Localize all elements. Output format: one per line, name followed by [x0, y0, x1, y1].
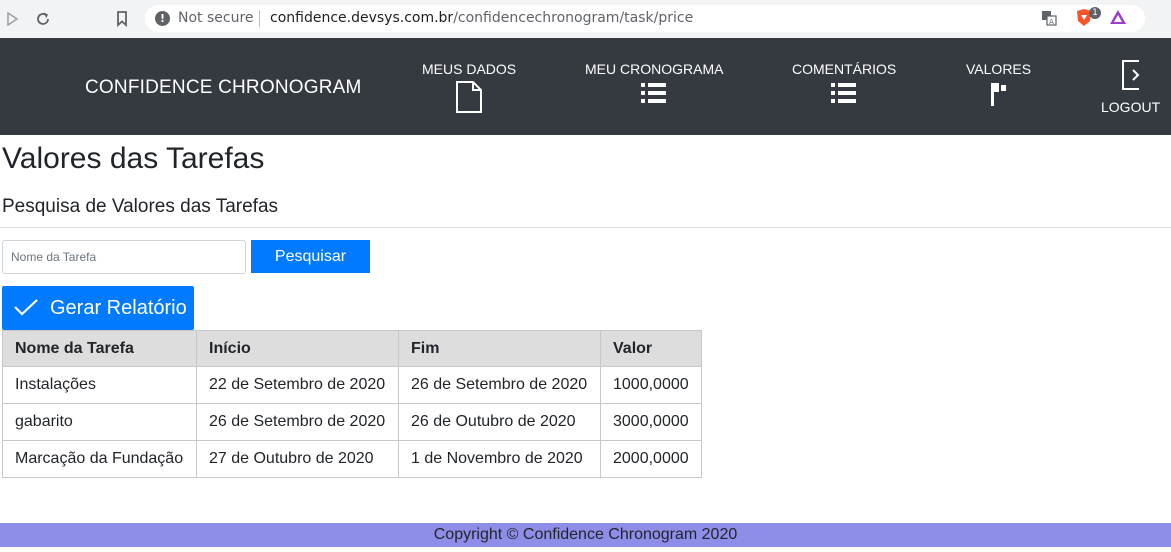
generate-report-button[interactable]: Gerar Relatório [2, 286, 194, 330]
task-values-table: Nome da Tarefa Início Fim Valor Instalaç… [2, 330, 702, 478]
check-icon [14, 298, 38, 319]
task-name-input[interactable] [2, 240, 246, 274]
page-bottom [0, 547, 1171, 552]
security-label[interactable]: Not secure [178, 10, 254, 26]
page-title: Valores das Tarefas [2, 142, 265, 175]
address-separator [259, 10, 260, 27]
divider [0, 227, 1171, 228]
nav-valores[interactable]: VALORES [966, 61, 1031, 112]
flag-icon [989, 81, 1009, 112]
cell-start-date: 22 de Setembro de 2020 [196, 366, 399, 404]
cell-value: 2000,0000 [600, 440, 702, 478]
logout-icon [1119, 58, 1143, 97]
column-header-value[interactable]: Valor [600, 330, 702, 367]
nav-label: COMENTÁRIOS [792, 61, 897, 77]
svg-text:A: A [1049, 18, 1054, 26]
nav-label: MEUS DADOS [422, 61, 517, 77]
cell-end-date: 26 de Setembro de 2020 [398, 366, 601, 404]
nav-label: MEU CRONOGRAMA [585, 61, 724, 77]
table-row: Marcação da Fundação 27 de Outubro de 20… [2, 440, 702, 478]
logout-label: LOGOUT [1101, 99, 1161, 115]
url-text[interactable]: confidence.devsys.com.br/confidencechron… [270, 10, 693, 26]
warning-icon[interactable]: ! [155, 11, 170, 26]
rewards-triangle-icon[interactable] [1109, 9, 1127, 30]
cell-end-date: 1 de Novembro de 2020 [398, 440, 601, 478]
table-row: Instalações 22 de Setembro de 2020 26 de… [2, 366, 702, 404]
cell-start-date: 26 de Setembro de 2020 [196, 403, 399, 441]
url-host: confidence.devsys.com.br [270, 10, 454, 26]
address-bar[interactable]: ! Not secure confidence.devsys.com.br/co… [145, 5, 1145, 32]
copyright-text: Copyright © Confidence Chronogram 2020 [433, 526, 738, 543]
search-button[interactable]: Pesquisar [251, 240, 370, 273]
generate-report-label: Gerar Relatório [50, 296, 187, 319]
nav-meus-dados[interactable]: MEUS DADOS [422, 61, 516, 118]
cell-value: 1000,0000 [600, 366, 702, 404]
nav-comentarios[interactable]: COMENTÁRIOS [792, 61, 896, 110]
logout-button[interactable]: LOGOUT [1101, 58, 1160, 115]
cell-start-date: 27 de Outubro de 2020 [196, 440, 399, 478]
document-icon [455, 81, 483, 118]
cell-task-name: gabarito [2, 403, 197, 441]
list-icon [640, 81, 668, 110]
table-header-row: Nome da Tarefa Início Fim Valor [2, 330, 702, 367]
column-header-end[interactable]: Fim [398, 330, 601, 367]
forward-icon[interactable] [2, 9, 22, 29]
nav-meu-cronograma[interactable]: MEU CRONOGRAMA [585, 61, 723, 110]
bookmark-icon[interactable] [112, 9, 132, 29]
list-icon [830, 81, 858, 110]
brand-title[interactable]: CONFIDENCE CHRONOGRAM [85, 77, 362, 99]
search-section-title: Pesquisa de Valores das Tarefas [2, 196, 279, 217]
translate-icon[interactable]: A [1041, 10, 1057, 31]
nav-label: VALORES [966, 61, 1032, 77]
browser-toolbar: ! Not secure confidence.devsys.com.br/co… [0, 0, 1171, 38]
url-path: /confidencechronogram/task/price [453, 10, 694, 26]
brave-badge: 1 [1089, 7, 1101, 19]
footer: Copyright © Confidence Chronogram 2020 [0, 523, 1171, 547]
reload-icon[interactable] [33, 9, 53, 29]
cell-task-name: Marcação da Fundação [2, 440, 197, 478]
column-header-start[interactable]: Início [196, 330, 399, 367]
cell-end-date: 26 de Outubro de 2020 [398, 403, 601, 441]
top-navbar: CONFIDENCE CHRONOGRAM MEUS DADOS MEU CRO… [0, 38, 1171, 135]
column-header-name[interactable]: Nome da Tarefa [2, 330, 197, 367]
table-row: gabarito 26 de Setembro de 2020 26 de Ou… [2, 403, 702, 441]
cell-task-name: Instalações [2, 366, 197, 404]
cell-value: 3000,0000 [600, 403, 702, 441]
